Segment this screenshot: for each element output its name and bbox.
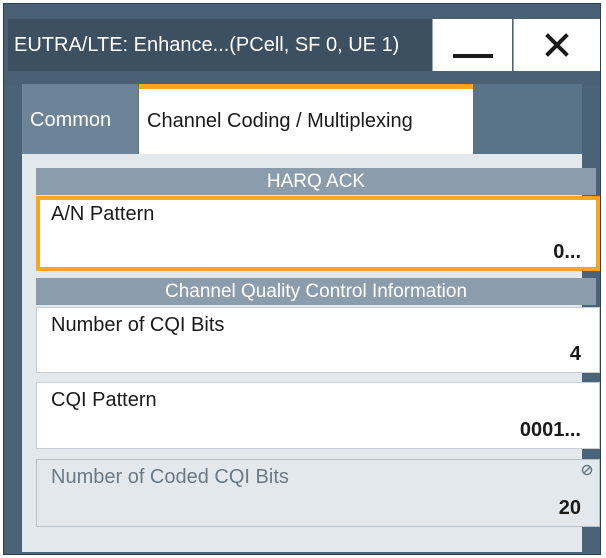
not-editable-icon [581, 464, 593, 476]
minimize-icon [452, 54, 493, 58]
close-icon [545, 33, 569, 57]
title-bar: EUTRA/LTE: Enhance...(PCell, SF 0, UE 1) [4, 4, 600, 86]
an-pattern-field[interactable]: A/N Pattern 0... [36, 196, 600, 271]
tab-common[interactable]: Common [22, 84, 138, 154]
an-pattern-value: 0... [553, 241, 581, 263]
tab-content-panel: HARQ ACK A/N Pattern 0... Channel Qualit… [22, 154, 600, 552]
cqi-pattern-label: CQI Pattern [51, 389, 157, 411]
tab-bar: Common Channel Coding / Multiplexing [22, 84, 582, 154]
number-of-cqi-bits-value: 4 [569, 343, 581, 365]
window-title: EUTRA/LTE: Enhance...(PCell, SF 0, UE 1) [8, 19, 432, 71]
dialog-window: EUTRA/LTE: Enhance...(PCell, SF 0, UE 1)… [3, 3, 601, 555]
number-of-cqi-bits-label: Number of CQI Bits [51, 314, 225, 336]
number-of-coded-cqi-bits-value: 20 [558, 497, 581, 519]
an-pattern-label: A/N Pattern [51, 203, 155, 225]
section-header-harq-ack: HARQ ACK [36, 168, 596, 195]
section-header-cqi: Channel Quality Control Information [36, 278, 596, 305]
close-button[interactable] [513, 19, 600, 71]
cqi-pattern-value: 0001... [519, 419, 581, 441]
minimize-button[interactable] [432, 19, 512, 71]
tab-channel-coding-multiplexing[interactable]: Channel Coding / Multiplexing [139, 84, 473, 154]
cqi-pattern-field[interactable]: CQI Pattern 0001... [36, 382, 600, 449]
number-of-cqi-bits-field[interactable]: Number of CQI Bits 4 [36, 307, 600, 373]
number-of-coded-cqi-bits-field: Number of Coded CQI Bits 20 [36, 459, 600, 527]
number-of-coded-cqi-bits-label: Number of Coded CQI Bits [51, 466, 289, 488]
